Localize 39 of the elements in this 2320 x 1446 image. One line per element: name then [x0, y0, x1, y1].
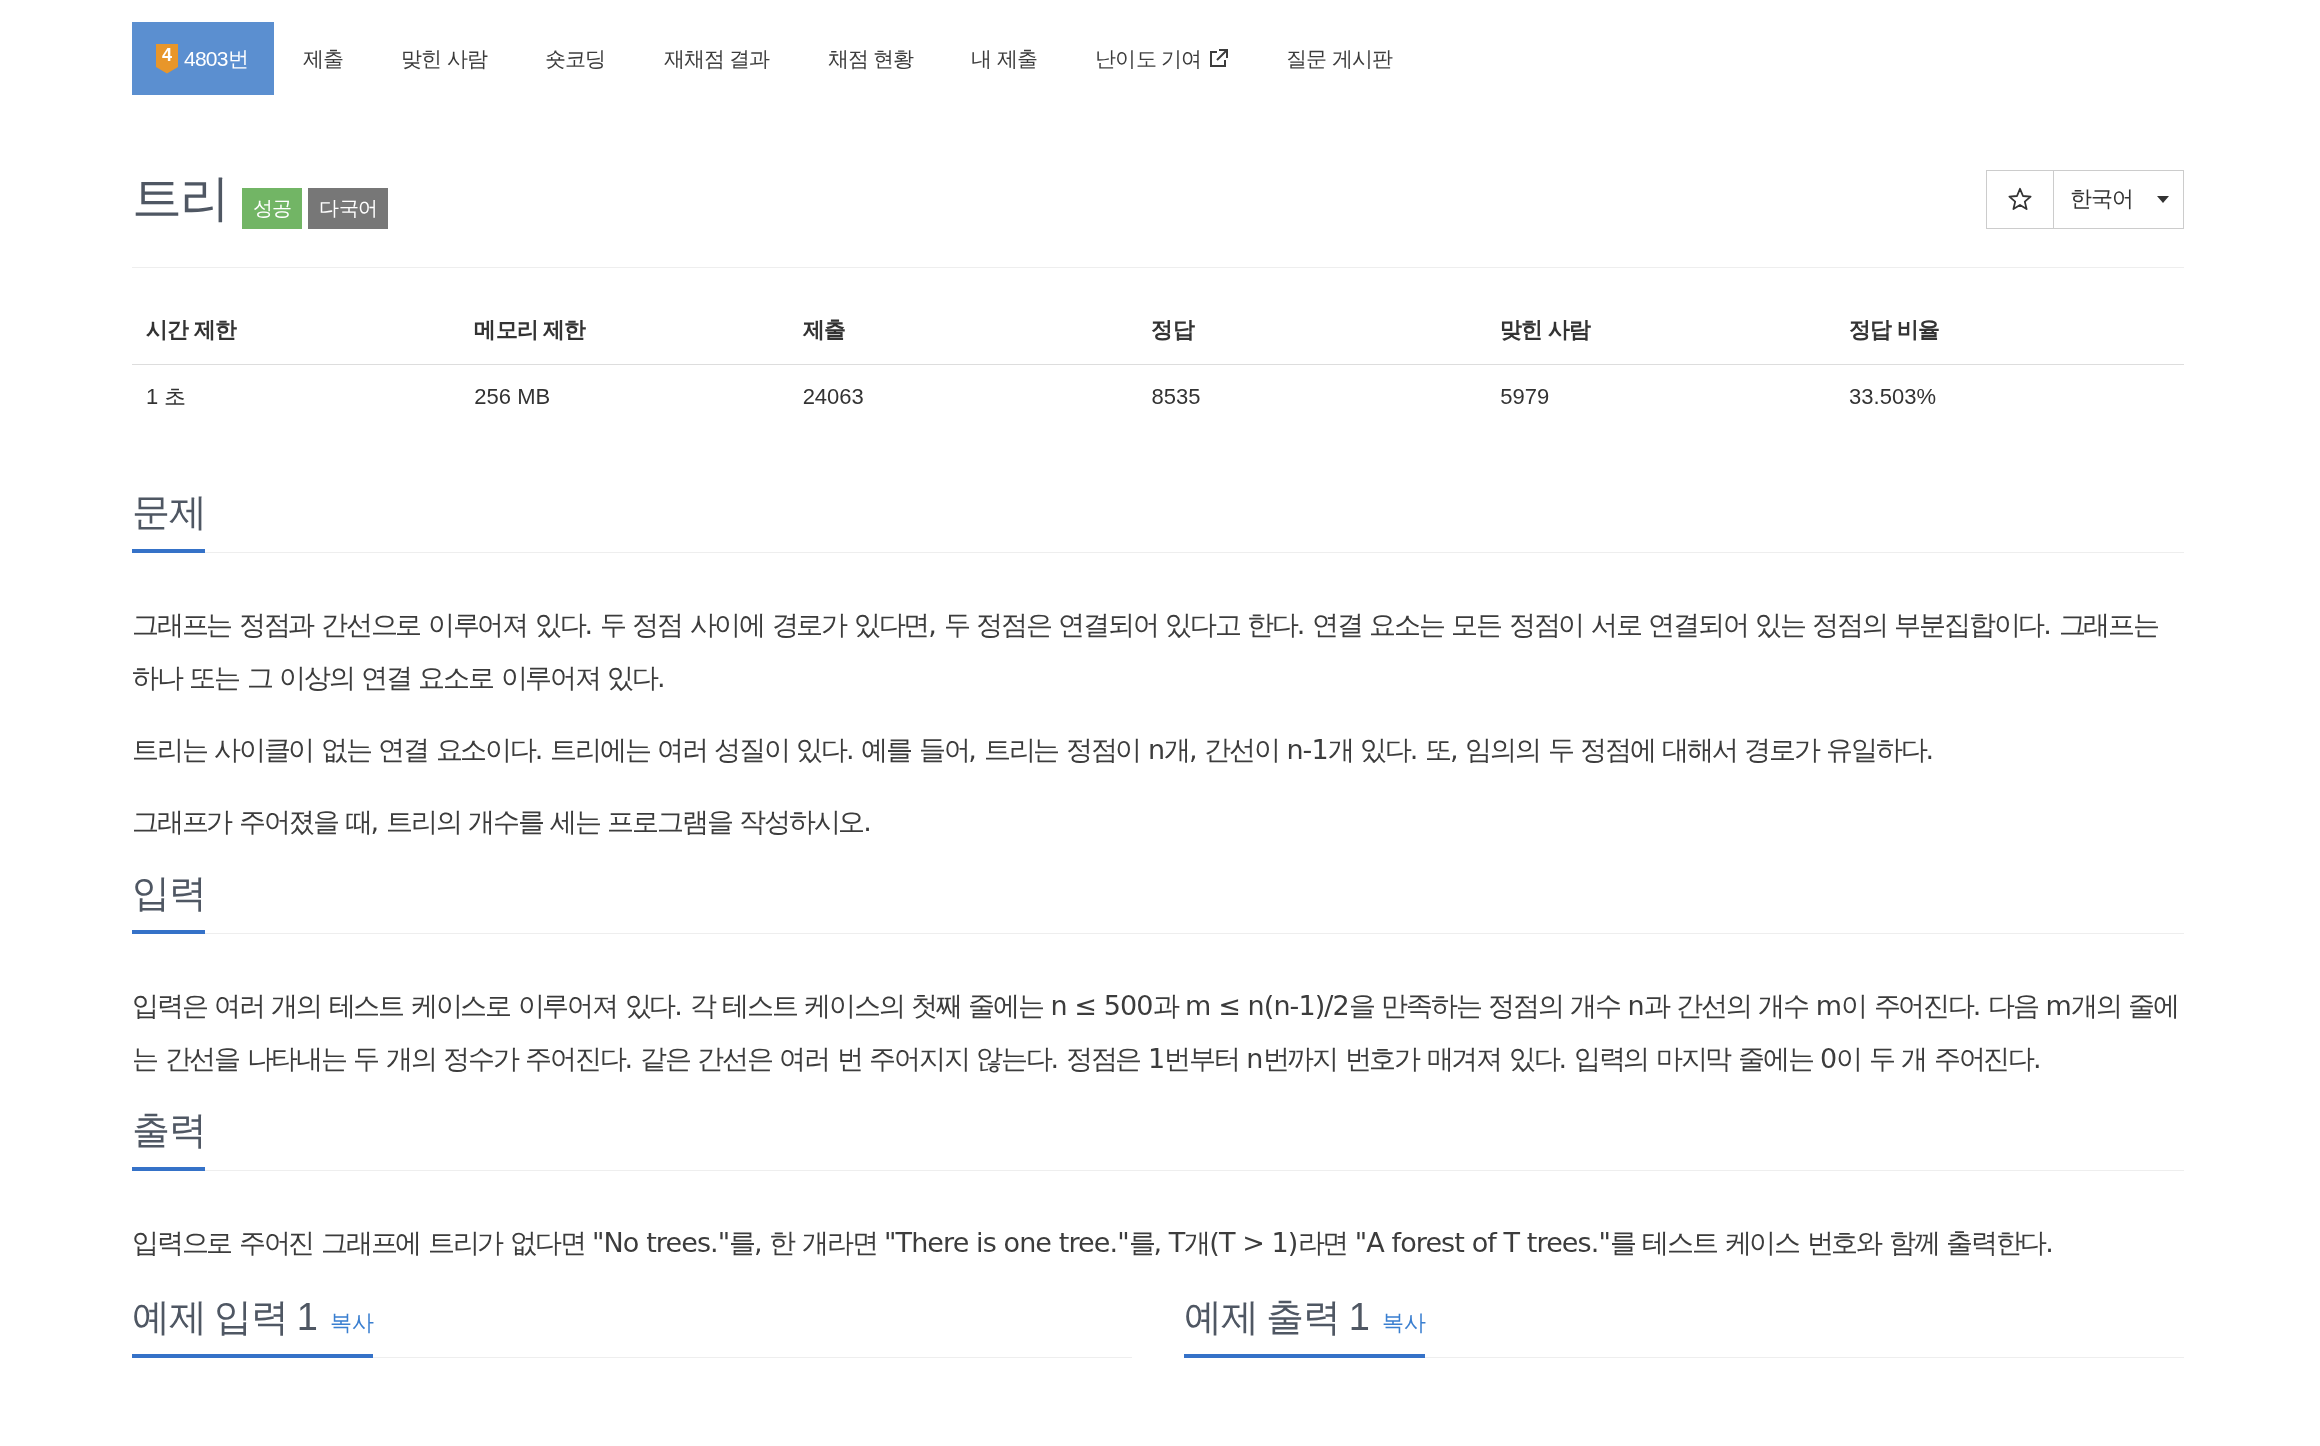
- column-header: 시간 제한: [146, 317, 237, 342]
- column-header: 제출: [802, 317, 846, 342]
- paragraph: 그래프가 주어졌을 때, 트리의 개수를 세는 프로그램을 작성하시오.: [132, 805, 872, 839]
- section-heading: 입력: [132, 871, 206, 916]
- section-heading: 문제: [132, 490, 206, 535]
- column-header: 맞힌 사람: [1500, 317, 1591, 342]
- table-cell: 24063: [802, 384, 864, 409]
- column-header: 정답: [1151, 317, 1194, 342]
- table-cell: 8535: [1151, 384, 1201, 409]
- section-heading: 출력: [132, 1108, 206, 1153]
- language-select[interactable]: 한국어: [2053, 169, 2184, 229]
- caret-icon: [2157, 195, 2169, 203]
- section-heading: 예제 출력 1: [1184, 1295, 1369, 1340]
- paragraph: 그래프는 정점과 간선으로 이루어져 있다. 두 정점 사이에 경로가 있다면, 두 정점은 연결되어 있다고 한다. 연결 요소는 모든 정점이 서로 연결되어 있는 정점의 부분집합이다. 그래프는 하나 또는 그 이상의 연결 요소로 이루어져 있다.: [132, 608, 2159, 695]
- paragraph: 입력으로 주어진 그래프에 트리가 없다면 "No trees."를, 한 개라면 "There is one tree."를, T개(T > 1)라면 "A forest of T trees."를 테스트 케이스 번호와 함께 출력한다.: [132, 1226, 2054, 1260]
- nav-tab[interactable]: 내 제출: [942, 22, 1067, 95]
- problem-title: 트리: [132, 169, 228, 228]
- column-header: 메모리 제한: [474, 317, 586, 342]
- paragraph: 입력은 여러 개의 테스트 케이스로 이루어져 있다. 각 테스트 케이스의 첫째 줄에는 n ≤ 500과 m ≤ n(n-1)/2을 만족하는 정점의 개수 n과 간선의 개수 m이 주어진다. 다음 m개의 줄에는 간선을 나타내는 두 개의 정수가 주어진다. 같은 간선은 여러 번 주어지지 않는다. 정점은 1번부터 n번까지 번호가 매겨져 있다. 입력의 마지막 줄에는 0이 두 개 주어진다.: [132, 989, 2179, 1076]
- favorite-button[interactable]: [1986, 169, 2054, 229]
- status-label: 다국어: [308, 188, 388, 229]
- section-heading: 예제 입력 1: [132, 1295, 317, 1340]
- nav-tab[interactable]: 제출: [273, 22, 373, 95]
- paragraph: 트리는 사이클이 없는 연결 요소이다. 트리에는 여러 성질이 있다. 예를 들어, 트리는 정점이 n개, 간선이 n-1개 있다. 또, 임의의 두 정점에 대해서 경로가 유일하다.: [132, 733, 1935, 767]
- copy-link[interactable]: 복사: [330, 1308, 373, 1338]
- nav-tab[interactable]: 재채점 결과: [634, 22, 799, 95]
- table-cell: 5979: [1500, 384, 1550, 409]
- table-cell: 1 초: [146, 384, 187, 409]
- table-cell: 33.503%: [1849, 384, 1936, 409]
- status-label: 성공: [242, 188, 303, 229]
- column-header: 정답 비율: [1849, 317, 1940, 342]
- nav-tab[interactable]: 질문 게시판: [1257, 22, 1422, 95]
- table-cell: 256 MB: [474, 384, 551, 409]
- nav-tab[interactable]: 맞힌 사람: [372, 22, 516, 95]
- nav-tab[interactable]: 채점 현황: [798, 22, 943, 95]
- nav-tab[interactable]: 숏코딩: [515, 22, 635, 95]
- nav-tab[interactable]: 난이도 기여: [1066, 22, 1258, 95]
- tier-badge: 4: [156, 43, 178, 74]
- copy-link[interactable]: 복사: [1382, 1308, 1425, 1338]
